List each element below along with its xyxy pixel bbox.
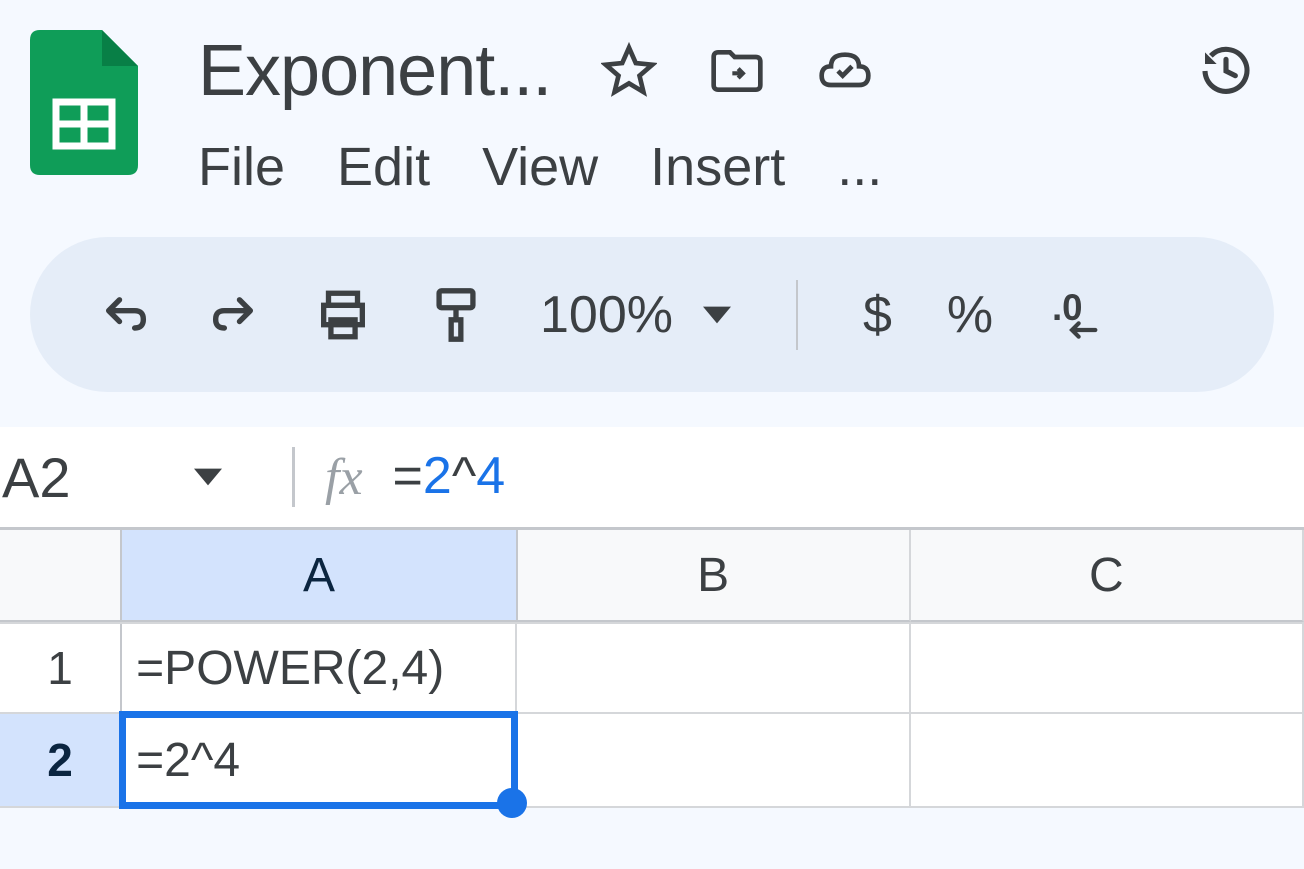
toolbar: 100% $ % .0 <box>30 237 1274 392</box>
fx-label: fx <box>325 448 363 507</box>
spreadsheet-grid: A B C 1 =POWER(2,4) 2 =2^4 <box>0 527 1304 808</box>
cell-b2[interactable] <box>517 714 910 806</box>
cell-reference-value: A2 <box>2 445 71 510</box>
select-all-corner[interactable] <box>0 530 122 622</box>
formula-divider <box>292 447 295 507</box>
menu-bar: File Edit View Insert ... <box>198 132 1274 202</box>
zoom-value: 100% <box>540 285 673 345</box>
menu-more[interactable]: ... <box>837 132 882 202</box>
title-icons <box>601 43 873 99</box>
currency-format-button[interactable]: $ <box>863 285 892 345</box>
fill-handle[interactable] <box>497 788 527 818</box>
row-header-2[interactable]: 2 <box>0 714 122 806</box>
decrease-decimal-button[interactable]: .0 <box>1048 290 1116 340</box>
menu-edit[interactable]: Edit <box>337 132 430 202</box>
column-header-c[interactable]: C <box>911 530 1304 622</box>
move-folder-icon[interactable] <box>709 43 765 99</box>
column-header-row: A B C <box>0 530 1304 624</box>
cell-c2[interactable] <box>911 714 1304 806</box>
formula-bar: A2 fx =2^4 <box>0 427 1304 527</box>
zoom-dropdown[interactable]: 100% <box>540 285 731 345</box>
undo-icon[interactable] <box>100 289 152 341</box>
menu-insert[interactable]: Insert <box>650 132 785 202</box>
history-icon[interactable] <box>1198 43 1254 99</box>
menu-file[interactable]: File <box>198 132 285 202</box>
formula-input[interactable]: =2^4 <box>393 446 506 509</box>
column-header-a[interactable]: A <box>122 530 517 622</box>
header: Exponent... <box>0 0 1304 212</box>
column-header-b[interactable]: B <box>518 530 911 622</box>
chevron-down-icon <box>703 306 731 324</box>
cloud-saved-icon[interactable] <box>817 43 873 99</box>
percent-format-button[interactable]: % <box>947 285 993 345</box>
document-title[interactable]: Exponent... <box>198 30 551 112</box>
redo-icon[interactable] <box>207 289 259 341</box>
grid-row-2: 2 =2^4 <box>0 714 1304 808</box>
grid-row-1: 1 =POWER(2,4) <box>0 624 1304 714</box>
print-icon[interactable] <box>314 286 372 344</box>
paint-format-icon[interactable] <box>427 283 485 347</box>
cell-b1[interactable] <box>517 624 910 712</box>
menu-view[interactable]: View <box>482 132 598 202</box>
chevron-down-icon <box>194 468 222 486</box>
cell-a2[interactable]: =2^4 <box>122 714 517 806</box>
star-icon[interactable] <box>601 43 657 99</box>
cell-reference-dropdown[interactable]: A2 <box>2 445 262 510</box>
row-header-1[interactable]: 1 <box>0 624 122 712</box>
title-area: Exponent... <box>198 30 1274 202</box>
title-row: Exponent... <box>198 30 1274 112</box>
cell-c1[interactable] <box>911 624 1304 712</box>
sheets-logo-icon[interactable] <box>30 30 138 175</box>
cell-a1[interactable]: =POWER(2,4) <box>122 624 517 712</box>
toolbar-divider <box>796 280 798 350</box>
